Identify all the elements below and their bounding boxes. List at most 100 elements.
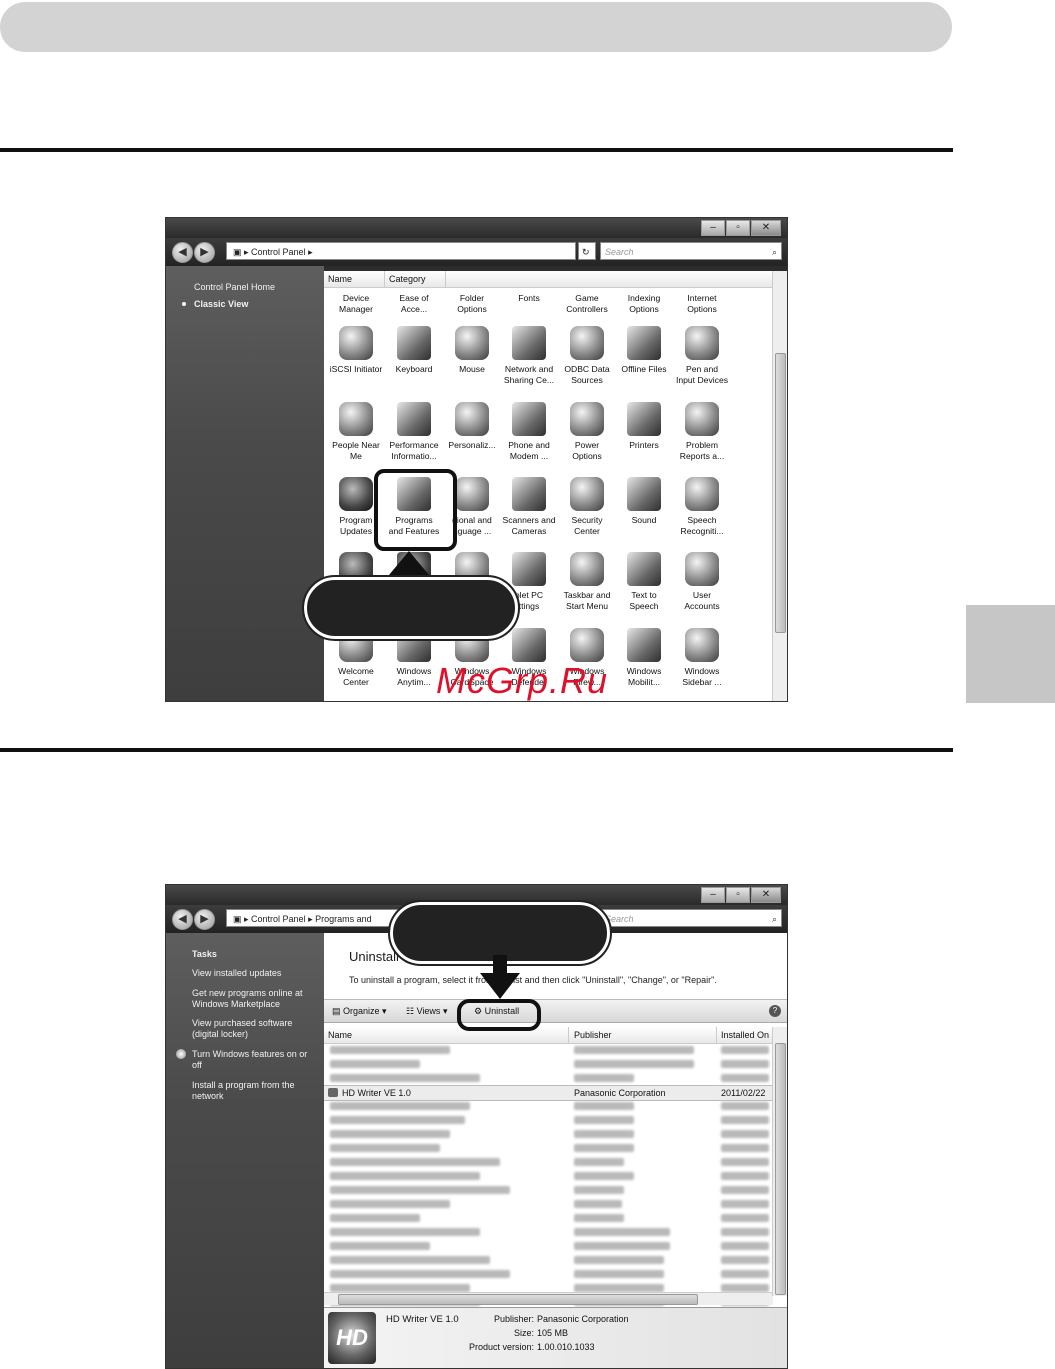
control-panel-home-link[interactable]: Control Panel Home <box>194 282 275 293</box>
refresh-button[interactable]: ↻ <box>578 242 596 260</box>
control-panel-item[interactable]: Device Manager <box>327 293 385 315</box>
table-row[interactable] <box>324 1267 773 1281</box>
horizontal-scrollbar[interactable] <box>324 1292 773 1305</box>
chevron-right-icon: ▸ <box>305 914 316 924</box>
control-panel-item[interactable]: Problem Reports a... <box>673 402 731 462</box>
control-panel-item[interactable]: ODBC Data Sources <box>558 326 616 386</box>
control-panel-item[interactable]: Network and Sharing Ce... <box>500 326 558 386</box>
search-input[interactable]: Search ⌕ <box>600 242 782 260</box>
back-button[interactable]: ◀ <box>172 909 193 930</box>
column-header: Name Category <box>324 271 773 288</box>
instruction-callout-1 <box>302 575 520 641</box>
control-panel-item[interactable]: Windows Mobilit... <box>615 628 673 688</box>
column-category[interactable]: Category <box>385 271 446 287</box>
control-panel-item[interactable]: User Accounts <box>673 552 731 612</box>
arrow-down-icon <box>493 955 507 975</box>
view-installed-updates-link[interactable]: View installed updates <box>192 968 281 979</box>
header-band <box>0 2 952 52</box>
table-row[interactable] <box>324 1239 773 1253</box>
control-panel-item-label: Speech <box>687 515 717 525</box>
control-panel-item[interactable]: Ease of Acce... <box>385 293 443 315</box>
table-row[interactable] <box>324 1183 773 1197</box>
details-pane: HD HD Writer VE 1.0 Publisher: Panasonic… <box>324 1307 787 1368</box>
control-panel-item[interactable]: Pen and Input Devices <box>673 326 731 386</box>
close-button[interactable]: ✕ <box>751 887 781 903</box>
table-row[interactable] <box>324 1169 773 1183</box>
control-panel-item[interactable]: Indexing Options <box>615 293 673 315</box>
forward-button[interactable]: ▶ <box>194 909 215 930</box>
maximize-button[interactable]: ▫ <box>726 220 750 236</box>
table-row[interactable] <box>324 1211 773 1225</box>
control-panel-item[interactable]: Printers <box>615 402 673 451</box>
section-rule-2 <box>0 748 953 752</box>
table-row[interactable] <box>324 1043 773 1057</box>
control-panel-item[interactable]: Fonts <box>500 293 558 304</box>
control-panel-item[interactable]: Power Options <box>558 402 616 462</box>
folder-icon: ▣ ▸ <box>233 914 252 924</box>
control-panel-item-icon <box>455 326 489 360</box>
table-row[interactable] <box>324 1057 773 1071</box>
table-row[interactable] <box>324 1141 773 1155</box>
install-from-network-link[interactable]: Install a program from the network <box>192 1080 295 1102</box>
table-row[interactable] <box>324 1071 773 1085</box>
table-row[interactable] <box>324 1225 773 1239</box>
control-panel-item[interactable]: Offline Files <box>615 326 673 375</box>
vertical-scrollbar[interactable] <box>772 1027 787 1296</box>
search-input[interactable]: Search ⌕ <box>600 909 782 927</box>
breadcrumb-control-panel[interactable]: Control Panel <box>251 247 306 257</box>
control-panel-item-icon <box>570 402 604 436</box>
breadcrumb-control-panel[interactable]: Control Panel <box>251 914 306 924</box>
control-panel-item[interactable]: Internet Options <box>673 293 731 315</box>
blurred-text <box>721 1046 769 1054</box>
control-panel-item[interactable]: Folder Options <box>443 293 501 315</box>
table-row[interactable] <box>324 1197 773 1211</box>
scroll-thumb[interactable] <box>775 1043 786 1295</box>
close-button[interactable]: ✕ <box>751 220 781 236</box>
views-button[interactable]: ☷ Views ▾ <box>406 1000 447 1022</box>
control-panel-item-label: Cameras <box>511 526 547 536</box>
control-panel-item[interactable]: Mouse <box>443 326 501 375</box>
table-row[interactable] <box>324 1253 773 1267</box>
control-panel-item[interactable]: Phone and Modem ... <box>500 402 558 462</box>
control-panel-item[interactable]: Game Controllers <box>558 293 616 315</box>
table-row[interactable] <box>324 1127 773 1141</box>
back-button[interactable]: ◀ <box>172 242 193 263</box>
column-installed-on[interactable]: Installed On <box>717 1027 777 1043</box>
control-panel-item[interactable]: Security Center <box>558 477 616 537</box>
minimize-button[interactable]: – <box>701 220 725 236</box>
help-icon[interactable]: ? <box>769 1005 781 1017</box>
maximize-button[interactable]: ▫ <box>726 887 750 903</box>
vertical-scrollbar[interactable] <box>772 271 787 701</box>
column-name[interactable]: Name <box>324 271 385 287</box>
program-icon <box>328 1088 338 1097</box>
column-publisher[interactable]: Publisher <box>570 1027 717 1043</box>
scroll-thumb[interactable] <box>775 353 786 633</box>
organize-button[interactable]: ▤ Organize ▾ <box>332 1000 387 1022</box>
control-panel-item[interactable]: Taskbar and Start Menu <box>558 552 616 612</box>
control-panel-item-label: Pen and <box>685 364 719 374</box>
table-row[interactable] <box>324 1155 773 1169</box>
forward-button[interactable]: ▶ <box>194 242 215 263</box>
control-panel-item[interactable]: Keyboard <box>385 326 443 375</box>
control-panel-item[interactable]: Personaliz... <box>443 402 501 451</box>
control-panel-item[interactable]: Performance Informatio... <box>385 402 443 462</box>
scroll-thumb[interactable] <box>338 1294 698 1305</box>
view-purchased-software-link[interactable]: View purchased software (digital locker) <box>192 1018 292 1040</box>
table-row[interactable] <box>324 1113 773 1127</box>
control-panel-item[interactable]: iSCSI Initiator <box>327 326 385 375</box>
minimize-button[interactable]: – <box>701 887 725 903</box>
classic-view-link[interactable]: Classic View <box>194 299 248 310</box>
blurred-text <box>574 1172 634 1180</box>
address-bar[interactable]: ▣ ▸ Control Panel ▸ <box>226 242 576 260</box>
turn-windows-features-link[interactable]: Turn Windows features on or off <box>192 1049 307 1071</box>
control-panel-item[interactable]: People Near Me <box>327 402 385 462</box>
control-panel-item[interactable]: Windows Sidebar ... <box>673 628 731 688</box>
control-panel-item[interactable]: Scanners and Cameras <box>500 477 558 537</box>
get-new-programs-link[interactable]: Get new programs online at Windows Market… <box>192 988 303 1010</box>
control-panel-item[interactable]: Sound <box>615 477 673 526</box>
control-panel-item[interactable]: Speech Recogniti... <box>673 477 731 537</box>
table-row[interactable] <box>324 1099 773 1113</box>
control-panel-item[interactable]: Text to Speech <box>615 552 673 612</box>
breadcrumb-programs[interactable]: Programs and <box>315 914 372 924</box>
control-panel-item-label: Welcome <box>338 666 374 676</box>
